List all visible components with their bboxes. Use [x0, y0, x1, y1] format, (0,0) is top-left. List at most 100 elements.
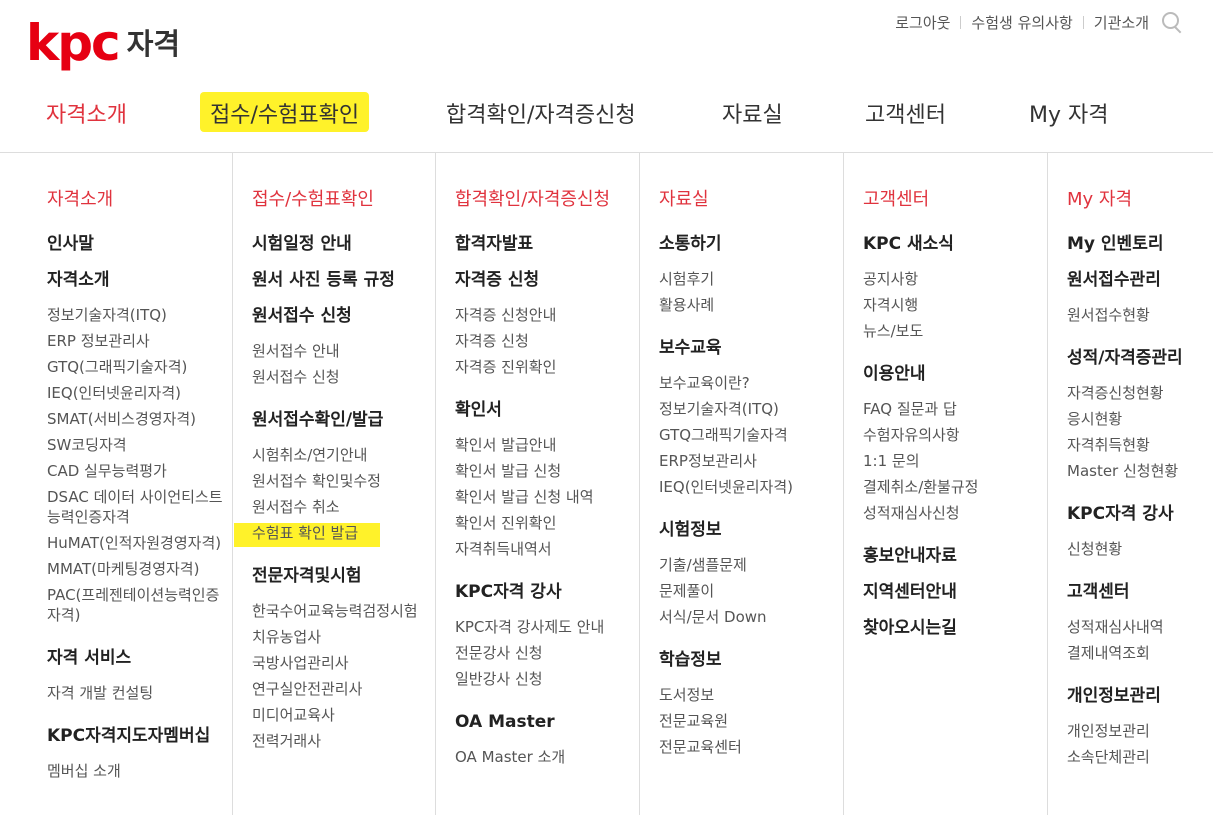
exam-notice-link[interactable]: 수험생 유의사항	[971, 12, 1072, 33]
menu-sub-link[interactable]: 1:1 문의	[863, 451, 1043, 471]
menu-sub-link[interactable]: 정보기술자격(ITQ)	[47, 305, 227, 325]
menu-sub-link[interactable]: 기출/샘플문제	[659, 555, 839, 575]
menu-sub-link[interactable]: 자격증 신청	[455, 331, 635, 351]
menu-heading-link[interactable]: 자격소개	[47, 269, 227, 291]
gnb-my-qualification[interactable]: My 자격	[1029, 96, 1108, 136]
menu-sub-link[interactable]: ERP정보관리사	[659, 451, 839, 471]
menu-sub-link[interactable]: 뉴스/보도	[863, 321, 1043, 341]
menu-sub-link[interactable]: 공지사항	[863, 269, 1043, 289]
menu-heading-link[interactable]: 원서접수확인/발급	[252, 409, 432, 431]
menu-sub-link[interactable]: 미디어교육사	[252, 705, 432, 725]
gnb-library[interactable]: 자료실	[722, 96, 783, 136]
menu-heading-link[interactable]: My 인벤토리	[1067, 233, 1213, 255]
menu-sub-link[interactable]: 한국수어교육능력검정시험	[252, 601, 432, 621]
menu-heading-link[interactable]: 고객센터	[1067, 581, 1213, 603]
menu-heading-link[interactable]: 성적/자격증관리	[1067, 347, 1213, 369]
menu-sub-link[interactable]: 전력거래사	[252, 731, 432, 751]
gnb-qualification-intro[interactable]: 자격소개	[46, 96, 127, 136]
menu-sub-link[interactable]: 치유농업사	[252, 627, 432, 647]
menu-sub-link[interactable]: 일반강사 신청	[455, 669, 635, 689]
menu-sub-link[interactable]: 시험취소/연기안내	[252, 445, 432, 465]
menu-heading-link[interactable]: KPC 새소식	[863, 233, 1043, 255]
menu-sub-link[interactable]: 자격증 진위확인	[455, 357, 635, 377]
menu-sub-link[interactable]: 멤버십 소개	[47, 761, 227, 781]
menu-column-title[interactable]: 접수/수험표확인	[252, 185, 374, 211]
menu-sub-link[interactable]: 수험표 확인 발급	[233, 523, 381, 547]
menu-sub-link[interactable]: 확인서 발급안내	[455, 435, 635, 455]
menu-sub-link[interactable]: 활용사례	[659, 295, 839, 315]
menu-sub-link[interactable]: 서식/문서 Down	[659, 607, 839, 627]
menu-sub-link[interactable]: 자격증신청현황	[1067, 383, 1213, 403]
menu-sub-link[interactable]: GTQ그래픽기술자격	[659, 425, 839, 445]
menu-sub-link[interactable]: 원서접수 확인및수정	[252, 471, 432, 491]
menu-heading-link[interactable]: 인사말	[47, 233, 227, 255]
menu-sub-link[interactable]: SW코딩자격	[47, 435, 227, 455]
menu-column-title[interactable]: 고객센터	[863, 185, 929, 211]
menu-sub-link[interactable]: GTQ(그래픽기술자격)	[47, 357, 227, 377]
menu-sub-link[interactable]: 국방사업관리사	[252, 653, 432, 673]
menu-sub-link[interactable]: DSAC 데이터 사이언티스트 능력인증자격	[47, 487, 227, 527]
menu-sub-link[interactable]: 원서접수현황	[1067, 305, 1213, 325]
menu-sub-link[interactable]: CAD 실무능력평가	[47, 461, 227, 481]
menu-heading-link[interactable]: 원서접수 신청	[252, 305, 432, 327]
menu-sub-link[interactable]: 결제취소/환불규정	[863, 477, 1043, 497]
menu-sub-link[interactable]: OA Master 소개	[455, 747, 635, 767]
gnb-application[interactable]: 접수/수험표확인	[200, 92, 370, 132]
menu-sub-link[interactable]: 확인서 발급 신청	[455, 461, 635, 481]
menu-sub-link[interactable]: 자격시행	[863, 295, 1043, 315]
menu-heading-link[interactable]: KPC자격 강사	[455, 581, 635, 603]
menu-sub-link[interactable]: ERP 정보관리사	[47, 331, 227, 351]
menu-sub-link[interactable]: FAQ 질문과 답	[863, 399, 1043, 419]
menu-sub-link[interactable]: 성적재심사신청	[863, 503, 1043, 523]
menu-heading-link[interactable]: 홍보안내자료	[863, 545, 1043, 567]
site-logo[interactable]: kpc 자격	[26, 10, 180, 68]
menu-sub-link[interactable]: 연구실안전관리사	[252, 679, 432, 699]
menu-sub-link[interactable]: 응시현황	[1067, 409, 1213, 429]
menu-sub-link[interactable]: 자격취득현황	[1067, 435, 1213, 455]
menu-sub-link[interactable]: SMAT(서비스경영자격)	[47, 409, 227, 429]
menu-column-title[interactable]: 합격확인/자격증신청	[455, 185, 610, 211]
logout-link[interactable]: 로그아웃	[895, 12, 950, 33]
menu-sub-link[interactable]: 자격취득내역서	[455, 539, 635, 559]
menu-sub-link[interactable]: 신청현황	[1067, 539, 1213, 559]
menu-sub-link[interactable]: IEQ(인터넷윤리자격)	[659, 477, 839, 497]
menu-heading-link[interactable]: 확인서	[455, 399, 635, 421]
menu-sub-link[interactable]: 개인정보관리	[1067, 721, 1213, 741]
menu-heading-link[interactable]: 찾아오시는길	[863, 617, 1043, 639]
gnb-pass-check[interactable]: 합격확인/자격증신청	[446, 96, 636, 136]
menu-sub-link[interactable]: 확인서 진위확인	[455, 513, 635, 533]
search-icon[interactable]	[1161, 11, 1183, 34]
menu-sub-link[interactable]: Master 신청현황	[1067, 461, 1213, 481]
menu-column-title[interactable]: 자격소개	[47, 185, 113, 211]
menu-sub-link[interactable]: 원서접수 신청	[252, 367, 432, 387]
menu-sub-link[interactable]: 결제내역조회	[1067, 643, 1213, 663]
menu-heading-link[interactable]: OA Master	[455, 711, 635, 733]
menu-heading-link[interactable]: 이용안내	[863, 363, 1043, 385]
menu-sub-link[interactable]: 시험후기	[659, 269, 839, 289]
menu-sub-link[interactable]: 정보기술자격(ITQ)	[659, 399, 839, 419]
menu-heading-link[interactable]: 시험정보	[659, 519, 839, 541]
menu-heading-link[interactable]: 원서접수관리	[1067, 269, 1213, 291]
menu-heading-link[interactable]: 자격 서비스	[47, 647, 227, 669]
menu-heading-link[interactable]: 지역센터안내	[863, 581, 1043, 603]
menu-sub-link[interactable]: MMAT(마케팅경영자격)	[47, 559, 227, 579]
menu-sub-link[interactable]: 소속단체관리	[1067, 747, 1213, 767]
menu-sub-link[interactable]: 문제풀이	[659, 581, 839, 601]
menu-sub-link[interactable]: 보수교육이란?	[659, 373, 839, 393]
menu-heading-link[interactable]: KPC자격 강사	[1067, 503, 1213, 525]
menu-sub-link[interactable]: PAC(프레젠테이션능력인증자격)	[47, 585, 227, 625]
menu-heading-link[interactable]: 합격자발표	[455, 233, 635, 255]
menu-sub-link[interactable]: 수험자유의사항	[863, 425, 1043, 445]
menu-sub-link[interactable]: 성적재심사내역	[1067, 617, 1213, 637]
menu-heading-link[interactable]: 전문자격및시험	[252, 565, 432, 587]
menu-column-title[interactable]: My 자격	[1067, 185, 1132, 211]
menu-heading-link[interactable]: 원서 사진 등록 규정	[252, 269, 432, 291]
menu-sub-link[interactable]: 전문교육센터	[659, 737, 839, 757]
menu-sub-link[interactable]: 자격 개발 컨설팅	[47, 683, 227, 703]
menu-heading-link[interactable]: 자격증 신청	[455, 269, 635, 291]
menu-sub-link[interactable]: 도서정보	[659, 685, 839, 705]
menu-heading-link[interactable]: 개인정보관리	[1067, 685, 1213, 707]
menu-sub-link[interactable]: HuMAT(인적자원경영자격)	[47, 533, 227, 553]
menu-heading-link[interactable]: 시험일정 안내	[252, 233, 432, 255]
gnb-customer-center[interactable]: 고객센터	[865, 96, 946, 136]
